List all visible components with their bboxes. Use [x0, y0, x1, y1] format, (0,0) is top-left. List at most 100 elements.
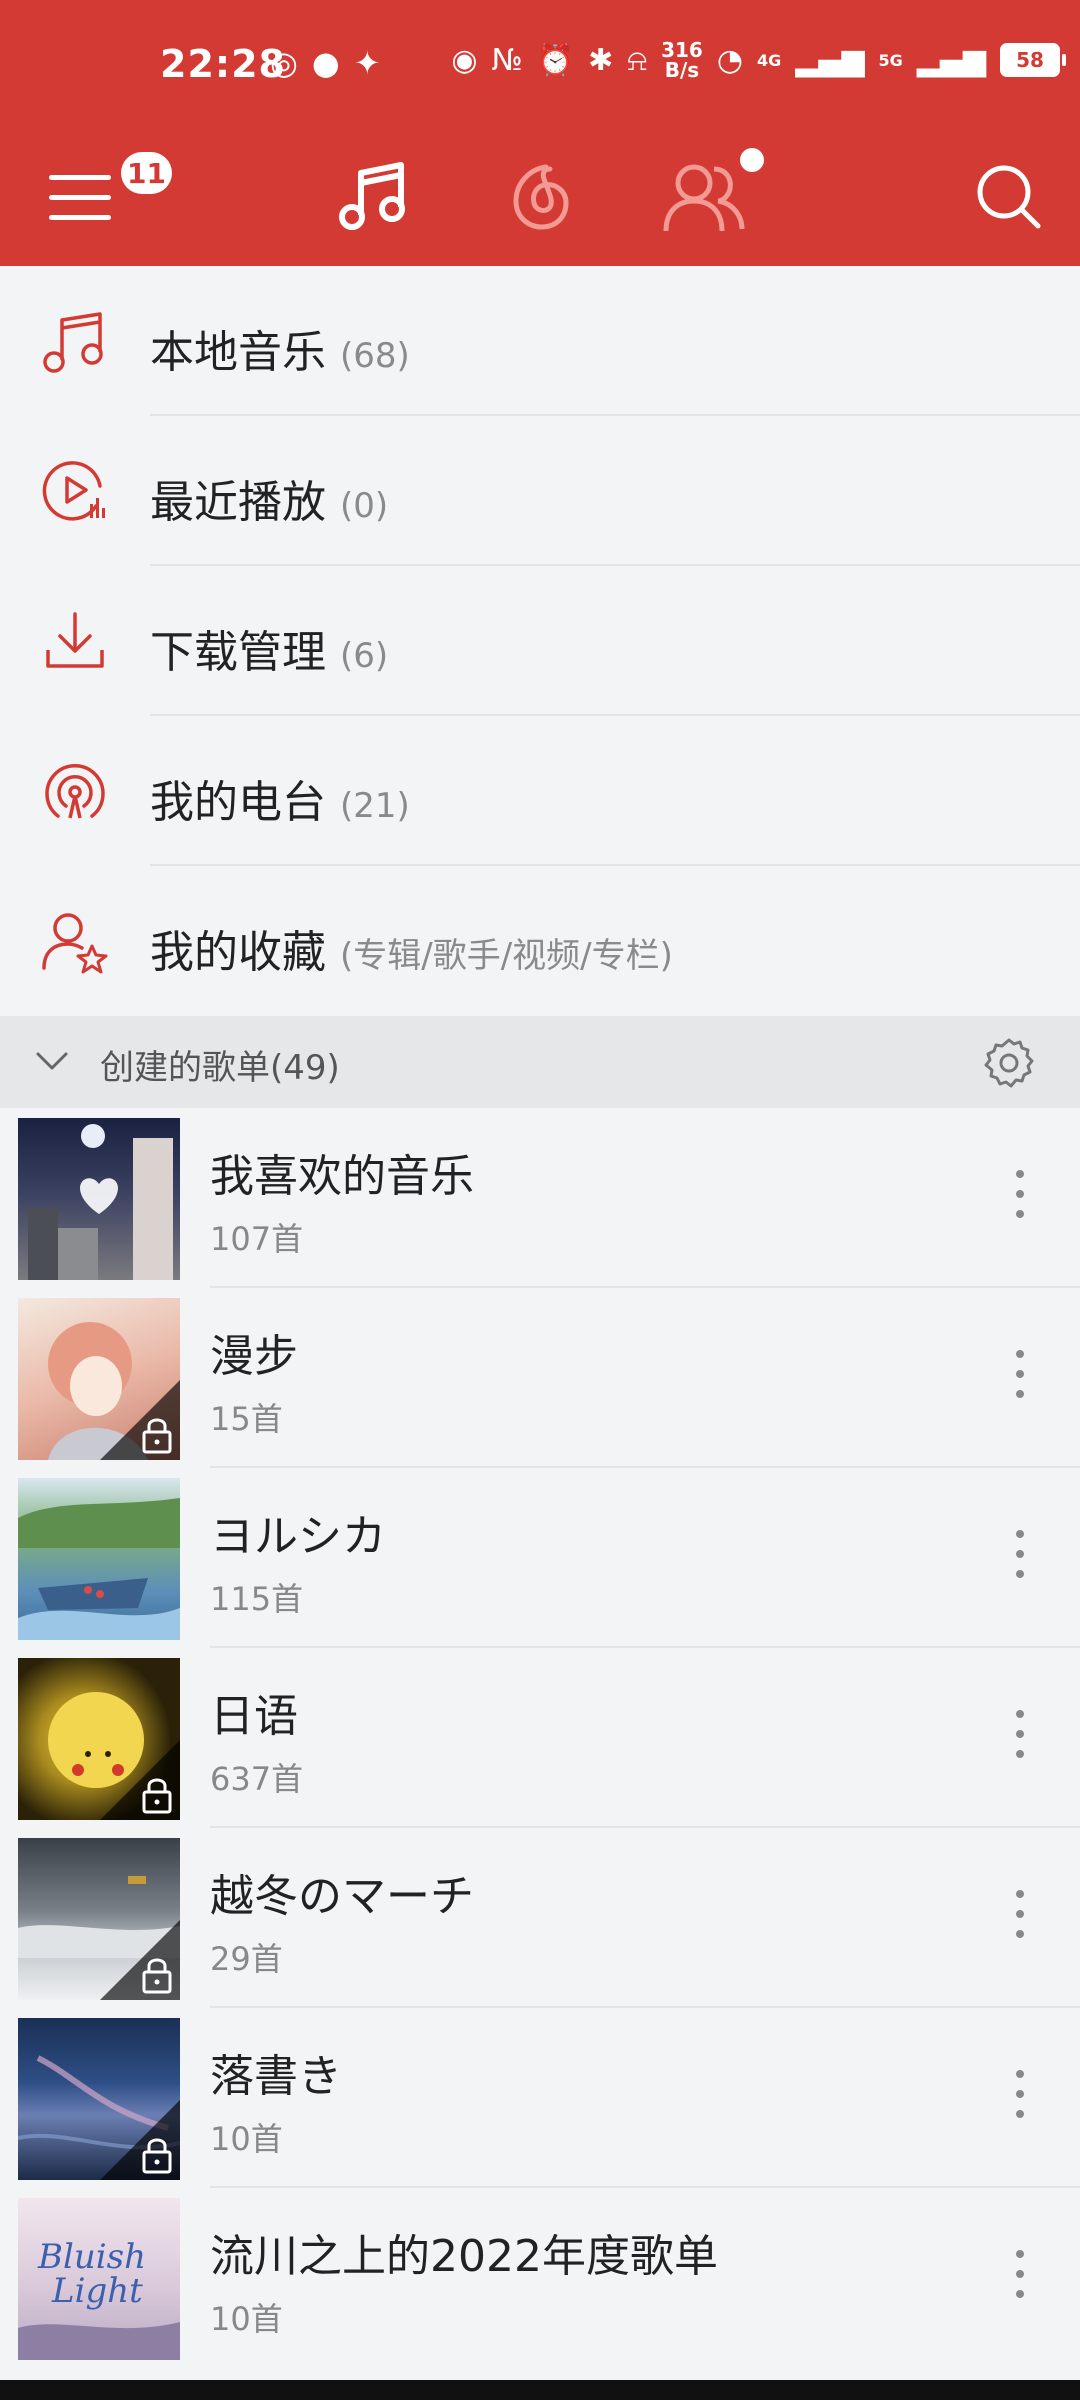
playlist-item[interactable]: Bluish Light 流川之上的2022年度歌单 10首: [0, 2188, 1080, 2368]
mute-icon: ⍾: [627, 42, 648, 78]
lock-icon: [100, 1740, 180, 1820]
alipay-icon: ✦: [353, 44, 381, 82]
tab-my-music[interactable]: [328, 152, 418, 242]
speed-value: 316: [661, 38, 703, 62]
menu-label-text: 我的收藏: [150, 927, 326, 978]
gear-icon[interactable]: [982, 1036, 1036, 1090]
playlist-count: 107首: [210, 1220, 304, 1258]
menu-item-downloads[interactable]: 下载管理 (6): [0, 566, 1080, 716]
chevron-down-icon[interactable]: [30, 1040, 74, 1084]
playlist-cover: [18, 1658, 180, 1820]
menu-item-my-radio[interactable]: 我的电台 (21): [0, 716, 1080, 866]
playlist-name: 流川之上的2022年度歌单: [210, 2231, 718, 2282]
menu-item-label: 最近播放 (0): [150, 466, 388, 530]
playlist-name: 越冬のマーチ: [210, 1871, 474, 1922]
playlist-cover: Bluish Light: [18, 2198, 180, 2360]
nfc-icon: №: [491, 42, 523, 78]
menu-item-label: 本地音乐 (68): [150, 316, 410, 380]
menu-item-label: 我的收藏 (专辑/歌手/视频/专栏): [150, 916, 673, 980]
menu-item-my-favorites[interactable]: 我的收藏 (专辑/歌手/视频/专栏): [0, 866, 1080, 1016]
more-options-icon[interactable]: [1010, 1344, 1030, 1404]
unread-dot: [740, 148, 764, 172]
more-options-icon[interactable]: [1010, 2244, 1030, 2304]
radio-icon: [45, 764, 105, 819]
menu-label-text: 最近播放: [150, 477, 326, 528]
network-5g: 5G: [878, 50, 903, 70]
search-button[interactable]: [964, 152, 1054, 242]
more-options-icon[interactable]: [1010, 1524, 1030, 1584]
status-system-icons: ◉ № ⏰ ✱ ⍾ 316 B/s ◔ 4G ▂▄▆ 5G ▂▄▆ 58: [451, 38, 1066, 82]
playlist-item[interactable]: 落書き 10首: [0, 2008, 1080, 2188]
download-icon: [46, 612, 104, 668]
menu-item-recent-play[interactable]: 最近播放 (0): [0, 416, 1080, 566]
alarm-icon: ⏰: [536, 42, 575, 78]
playlist-cover: [18, 1298, 180, 1460]
notification-badge: 11: [121, 152, 172, 194]
netease-notify-icon: ◎: [270, 44, 298, 82]
more-options-icon[interactable]: [1010, 1884, 1030, 1944]
created-playlists-header[interactable]: 创建的歌单(49): [0, 1016, 1080, 1108]
svg-text:Light: Light: [51, 2271, 143, 2311]
signal-icon: ▂▄▆: [795, 42, 865, 78]
cover-art: Bluish Light: [18, 2237, 180, 2360]
playlist-item[interactable]: 日语 637首: [0, 1648, 1080, 1828]
playlist-count: 10首: [210, 2120, 283, 2158]
playlist-count: 29首: [210, 1940, 283, 1978]
playlist-cover: [18, 2018, 180, 2180]
playlist-count: 637首: [210, 1760, 304, 1798]
more-options-icon[interactable]: [1010, 1704, 1030, 1764]
music-note-icon: [43, 312, 103, 373]
lock-icon: [100, 2100, 180, 2180]
more-options-icon[interactable]: [1010, 1164, 1030, 1224]
playlist-cover: [18, 1118, 180, 1280]
lock-icon: [100, 1920, 180, 2000]
eye-icon: ◉: [451, 42, 478, 78]
menu-label-text: 下载管理: [150, 627, 326, 678]
search-icon: [977, 165, 1041, 229]
network-4g: 4G: [757, 50, 782, 70]
my-music-menu: 本地音乐 (68) 最近播放 (0) 下载管理 (6) 我的电台 (21) 我的…: [0, 266, 1080, 1016]
lock-icon: [100, 1380, 180, 1460]
tab-friends[interactable]: [660, 148, 764, 242]
playlist-name: 落書き: [210, 2051, 342, 2102]
playlist-cover: [18, 1478, 180, 1640]
playlist-item[interactable]: ヨルシカ 115首: [0, 1468, 1080, 1648]
menu-count: (6): [340, 636, 389, 676]
menu-item-local-music[interactable]: 本地音乐 (68): [0, 266, 1080, 416]
speed-unit: B/s: [664, 58, 700, 82]
playlist-name: 我喜欢的音乐: [210, 1151, 474, 1202]
favorite-user-icon: [42, 913, 108, 974]
wifi-icon: ◔: [716, 42, 744, 78]
playlist-item[interactable]: 越冬のマーチ 29首: [0, 1828, 1080, 2008]
more-options-icon[interactable]: [1010, 2064, 1030, 2124]
playlist-name: 漫步: [210, 1331, 298, 1382]
menu-button[interactable]: 11: [35, 152, 172, 242]
tab-discover[interactable]: [495, 152, 585, 242]
playlist-name: 日语: [210, 1691, 298, 1742]
top-toolbar: 11: [0, 130, 1080, 266]
playlist-item[interactable]: 我喜欢的音乐 107首: [0, 1108, 1080, 1288]
signal-icon: ▂▄▆: [916, 42, 986, 78]
hamburger-icon: [49, 175, 111, 220]
status-notification-icons: ◎ ● ✦: [270, 44, 381, 82]
recent-play-icon: [42, 461, 105, 521]
status-time: 22:28: [160, 42, 286, 86]
playlist-name: ヨルシカ: [210, 1511, 386, 1562]
menu-count: (68): [340, 336, 410, 376]
playlist-list: 我喜欢的音乐 107首 漫步 15首 ヨルシカ 115首 日语 637首 越冬の…: [0, 1108, 1080, 2368]
menu-item-label: 下载管理 (6): [150, 616, 388, 680]
cover-art: [28, 1124, 173, 1280]
battery-icon: 58: [1000, 43, 1066, 77]
menu-label-text: 我的电台: [150, 777, 326, 828]
menu-count: (0): [340, 486, 389, 526]
music-note-icon: [339, 162, 405, 230]
bluetooth-icon: ✱: [588, 42, 614, 78]
playlist-count: 10首: [210, 2300, 283, 2338]
heart-icon: [80, 1178, 118, 1214]
playlist-cover: [18, 1838, 180, 2000]
menu-count: (专辑/歌手/视频/专栏): [340, 936, 673, 976]
friends-icon: [663, 164, 745, 232]
playlist-item[interactable]: 漫步 15首: [0, 1288, 1080, 1468]
app-header: 22:28 ◎ ● ✦ ◉ № ⏰ ✱ ⍾ 316 B/s ◔ 4G ▂▄▆ 5…: [0, 0, 1080, 266]
menu-item-label: 我的电台 (21): [150, 766, 410, 830]
